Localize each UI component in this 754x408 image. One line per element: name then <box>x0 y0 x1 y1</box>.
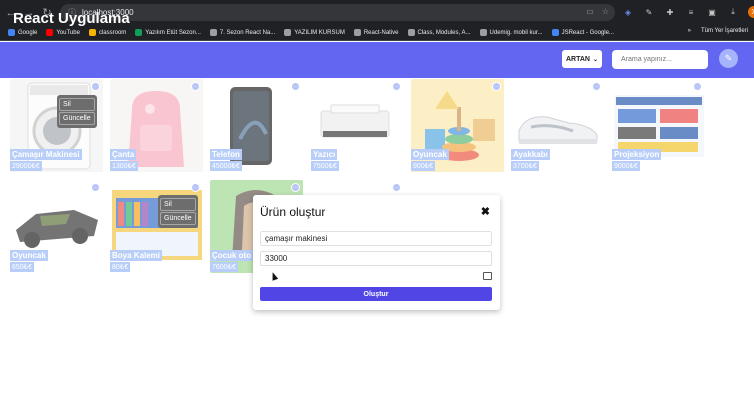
create-button[interactable]: Oluştur <box>260 287 492 301</box>
eyedropper-extension-icon[interactable]: ✎ <box>643 6 655 18</box>
bookmark-item[interactable]: Yazılım Etüt Sezon... <box>135 29 201 36</box>
bookmark-item[interactable]: JSReact - Google... <box>551 29 614 36</box>
more-bookmarks-icon[interactable]: » <box>688 28 691 34</box>
media-icon[interactable]: ≡ <box>685 6 697 18</box>
pencil-square-icon[interactable]: ✎ <box>719 49 738 68</box>
download-icon[interactable]: ⤓ <box>727 6 739 18</box>
address-bar[interactable]: ⓘ localhost:3000 ▭ ☆ <box>60 4 615 21</box>
sort-select[interactable]: ARTAN ⌄ <box>562 50 602 68</box>
doc-icon <box>284 29 292 36</box>
product-price-input[interactable]: 33000 <box>260 251 492 266</box>
drive-icon <box>551 29 559 36</box>
close-icon[interactable]: ✖ <box>481 205 490 218</box>
doc-icon <box>407 29 415 36</box>
bookmark-item[interactable]: Class, Modules, A... <box>407 29 471 36</box>
product-name-input[interactable]: çamaşır makinesi <box>260 231 492 246</box>
doc-icon <box>209 29 217 36</box>
youtube-icon <box>46 29 54 36</box>
classroom-icon <box>88 29 96 36</box>
cast-icon[interactable]: ▭ <box>586 7 594 16</box>
google-icon <box>8 29 15 36</box>
bookmark-item[interactable]: YAZILIM KURSUM <box>284 29 345 36</box>
app-title: React Uygulama <box>13 10 130 27</box>
extensions-puzzle-icon[interactable]: ✚ <box>664 6 676 18</box>
bookmark-item[interactable]: React-Native <box>353 29 399 36</box>
bookmark-item[interactable]: Udemig. mobil kur... <box>479 29 543 36</box>
image-upload-icon[interactable] <box>483 272 492 280</box>
bookmark-item[interactable]: classroom <box>88 29 126 36</box>
doc-icon <box>353 29 361 36</box>
bookmark-item[interactable]: 7. Sezon React Na... <box>209 29 275 36</box>
all-bookmarks-folder[interactable]: Tüm Yer İşaretleri <box>701 28 748 34</box>
bookmarks-bar: Google YouTube classroom Yazılım Etüt Se… <box>0 25 754 41</box>
modal-title: Ürün oluştur <box>260 205 326 219</box>
doc-icon <box>479 29 487 36</box>
create-product-modal: Ürün oluştur ✖ çamaşır makinesi 33000 Ol… <box>253 195 500 310</box>
bookmark-item[interactable]: YouTube <box>46 29 80 36</box>
tab-search-icon[interactable]: ▣ <box>706 6 718 18</box>
chevron-down-icon: ⌄ <box>592 56 599 63</box>
profile-avatar[interactable]: X <box>748 6 754 18</box>
bookmark-star-icon[interactable]: ☆ <box>602 7 609 16</box>
translate-extension-icon[interactable]: ◈ <box>622 6 634 18</box>
search-input[interactable] <box>612 50 708 69</box>
bookmark-item[interactable]: Google <box>8 29 37 36</box>
drive-icon <box>135 29 143 36</box>
